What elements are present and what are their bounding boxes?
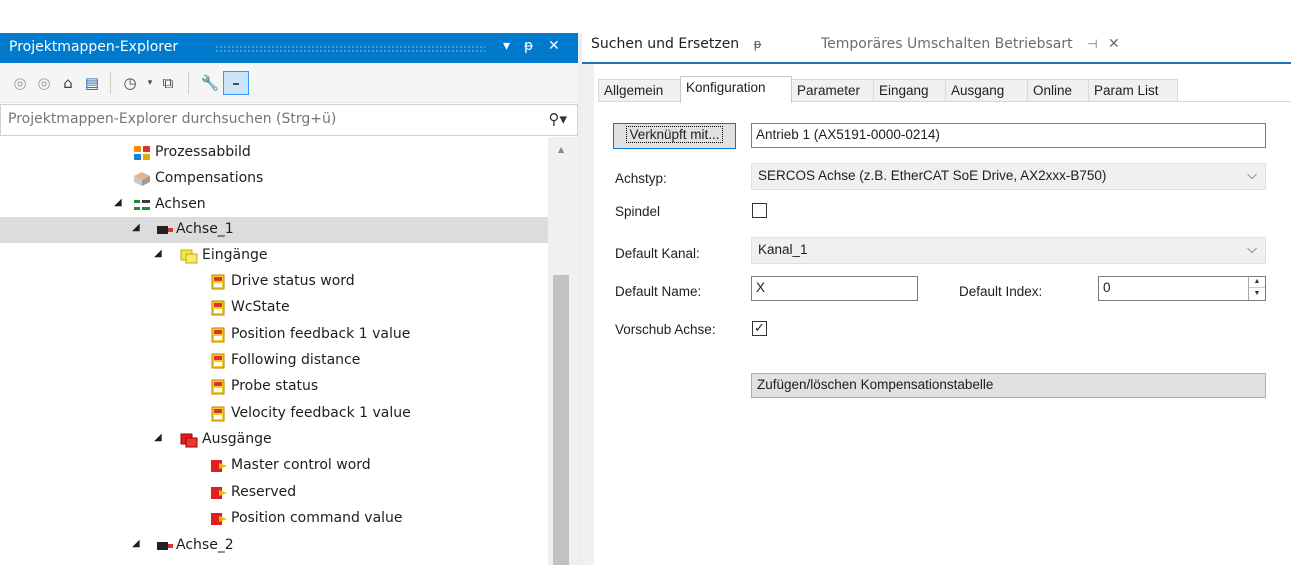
tab-ausgang[interactable]: Ausgang bbox=[945, 79, 1028, 102]
index-stepper[interactable]: ▲ ▼ bbox=[1248, 277, 1265, 300]
preview-toggle-icon[interactable]: – bbox=[223, 71, 249, 95]
search-input[interactable] bbox=[8, 111, 508, 127]
input-variable-icon bbox=[211, 379, 225, 395]
feed-axis-checkbox[interactable]: ✓ bbox=[752, 321, 767, 336]
default-channel-select[interactable]: Kanal_1 ⌵ bbox=[751, 237, 1266, 264]
chevron-down-icon: ⌵ bbox=[1247, 167, 1257, 182]
scroll-thumb[interactable] bbox=[553, 275, 569, 565]
axis-icon bbox=[157, 542, 173, 550]
properties-wrench-icon[interactable]: 🔧 bbox=[200, 73, 220, 93]
tree-item-following-distance[interactable]: Following distance bbox=[0, 348, 548, 374]
feed-axis-label: Vorschub Achse: bbox=[615, 322, 716, 337]
checkmark-icon: ✓ bbox=[754, 321, 765, 336]
default-index-label: Default Index: bbox=[959, 284, 1043, 299]
forward-icon[interactable]: ◎ bbox=[34, 73, 54, 93]
output-variable-icon bbox=[211, 460, 227, 472]
tree-item-wcstate[interactable]: WcState bbox=[0, 295, 548, 321]
tab-param-list[interactable]: Param List bbox=[1088, 79, 1178, 102]
tree-item-velocity-feedback[interactable]: Velocity feedback 1 value bbox=[0, 401, 548, 427]
axis-icon bbox=[157, 226, 173, 234]
titlebar-grip[interactable] bbox=[215, 45, 485, 52]
document-tab-bar: Suchen und Ersetzen ᵽ Temporäres Umschal… bbox=[582, 31, 1291, 63]
home-icon[interactable]: ⌂ bbox=[58, 73, 78, 93]
solution-tree: Prozessabbild Compensations ◢ Achsen ◢ A… bbox=[0, 137, 548, 565]
tab-suchen-und-ersetzen[interactable]: Suchen und Ersetzen ᵽ bbox=[591, 36, 762, 52]
input-variable-icon bbox=[211, 274, 225, 290]
compensation-table-button[interactable]: Zufügen/löschen Kompensationstabelle bbox=[751, 373, 1266, 398]
expanded-arrow-icon[interactable]: ◢ bbox=[132, 538, 140, 549]
tree-item-compensations[interactable]: Compensations bbox=[0, 166, 548, 192]
expanded-arrow-icon[interactable]: ◢ bbox=[154, 432, 162, 443]
tree-item-probe-status[interactable]: Probe status bbox=[0, 374, 548, 400]
tab-online[interactable]: Online bbox=[1027, 79, 1089, 102]
input-variable-icon bbox=[211, 327, 225, 343]
search-icon[interactable]: ⚲▾ bbox=[548, 110, 567, 128]
default-name-label: Default Name: bbox=[615, 284, 702, 299]
close-icon[interactable]: ✕ bbox=[1108, 36, 1120, 52]
pin-icon[interactable]: ᵽ bbox=[524, 38, 533, 54]
tree-item-reserved[interactable]: Reserved bbox=[0, 480, 548, 506]
solution-explorer-title: Projektmappen-Explorer bbox=[9, 39, 179, 55]
default-channel-label: Default Kanal: bbox=[615, 246, 700, 261]
expanded-arrow-icon[interactable]: ◢ bbox=[154, 248, 162, 259]
input-variable-icon bbox=[211, 406, 225, 422]
solution-explorer-toolbar: ◎ ◎ ⌂ ▤ ◷ ▾ ⧉ 🔧 – bbox=[0, 63, 578, 103]
tree-item-position-command[interactable]: Position command value bbox=[0, 506, 548, 532]
tree-item-drive-status-word[interactable]: Drive status word bbox=[0, 269, 548, 295]
expanded-arrow-icon[interactable]: ◢ bbox=[132, 222, 140, 233]
default-name-field[interactable]: X bbox=[751, 276, 918, 301]
output-variable-icon bbox=[211, 513, 227, 525]
tree-item-ausgaenge[interactable]: ◢ Ausgänge bbox=[0, 427, 548, 453]
axes-folder-icon bbox=[134, 200, 150, 210]
tab-temporaeres-umschalten[interactable]: Temporäres Umschalten Betriebsart ⊣ ✕ bbox=[821, 36, 1120, 52]
tree-item-prozessabbild[interactable]: Prozessabbild bbox=[0, 140, 548, 166]
tree-item-eingaenge[interactable]: ◢ Eingänge bbox=[0, 243, 548, 269]
process-image-icon bbox=[134, 146, 150, 160]
scroll-up-icon[interactable]: ▲ bbox=[558, 145, 564, 154]
pin-icon[interactable]: ⊣ bbox=[1087, 37, 1097, 51]
axis-type-select[interactable]: SERCOS Achse (z.B. EtherCAT SoE Drive, A… bbox=[751, 163, 1266, 190]
tab-eingang[interactable]: Eingang bbox=[873, 79, 946, 102]
axis-type-label: Achstyp: bbox=[615, 171, 667, 186]
tree-item-achsen[interactable]: ◢ Achsen bbox=[0, 192, 548, 218]
tab-parameter[interactable]: Parameter bbox=[791, 79, 874, 102]
expanded-arrow-icon[interactable]: ◢ bbox=[114, 197, 122, 208]
stepper-down-icon[interactable]: ▼ bbox=[1249, 288, 1265, 300]
spindle-checkbox[interactable] bbox=[752, 203, 767, 218]
dropdown-icon[interactable]: ▾ bbox=[503, 38, 510, 54]
tab-allgemein[interactable]: Allgemein bbox=[598, 79, 681, 102]
compensation-box-icon bbox=[134, 172, 150, 186]
solution-explorer-search[interactable]: ⚲▾ bbox=[0, 104, 578, 136]
input-variable-icon bbox=[211, 353, 225, 369]
solution-explorer-titlebar: Projektmappen-Explorer ▾ ᵽ ✕ bbox=[0, 33, 578, 63]
outputs-folder-icon bbox=[180, 433, 198, 448]
stepper-up-icon[interactable]: ▲ bbox=[1249, 277, 1265, 288]
pin-icon[interactable]: ᵽ bbox=[754, 37, 762, 51]
tree-scrollbar[interactable]: ▲ bbox=[548, 137, 578, 565]
tab-konfiguration[interactable]: Konfiguration bbox=[680, 76, 792, 103]
output-variable-icon bbox=[211, 487, 227, 499]
chevron-down-icon[interactable]: ▾ bbox=[140, 73, 160, 93]
tree-item-position-feedback[interactable]: Position feedback 1 value bbox=[0, 322, 548, 348]
back-icon[interactable]: ◎ bbox=[10, 73, 30, 93]
tree-item-achse-2[interactable]: ◢ Achse_2 bbox=[0, 533, 548, 559]
input-variable-icon bbox=[211, 300, 225, 316]
tree-item-achse-1[interactable]: ◢ Achse_1 bbox=[0, 217, 548, 243]
collapse-all-icon[interactable]: ⧉ bbox=[158, 73, 178, 93]
document-frame bbox=[582, 64, 594, 565]
spindle-label: Spindel bbox=[615, 204, 661, 219]
switch-views-icon[interactable]: ▤ bbox=[82, 73, 102, 93]
inputs-folder-icon bbox=[180, 249, 198, 264]
linked-with-button[interactable]: Verknüpft mit... bbox=[613, 123, 736, 149]
chevron-down-icon: ⌵ bbox=[1247, 241, 1257, 256]
pending-changes-icon[interactable]: ◷ bbox=[120, 73, 140, 93]
tree-item-master-control-word[interactable]: Master control word bbox=[0, 453, 548, 479]
default-index-field[interactable]: 0 ▲ ▼ bbox=[1098, 276, 1266, 301]
linked-drive-field[interactable]: Antrieb 1 (AX5191-0000-0214) bbox=[751, 123, 1266, 148]
close-icon[interactable]: ✕ bbox=[548, 38, 560, 54]
